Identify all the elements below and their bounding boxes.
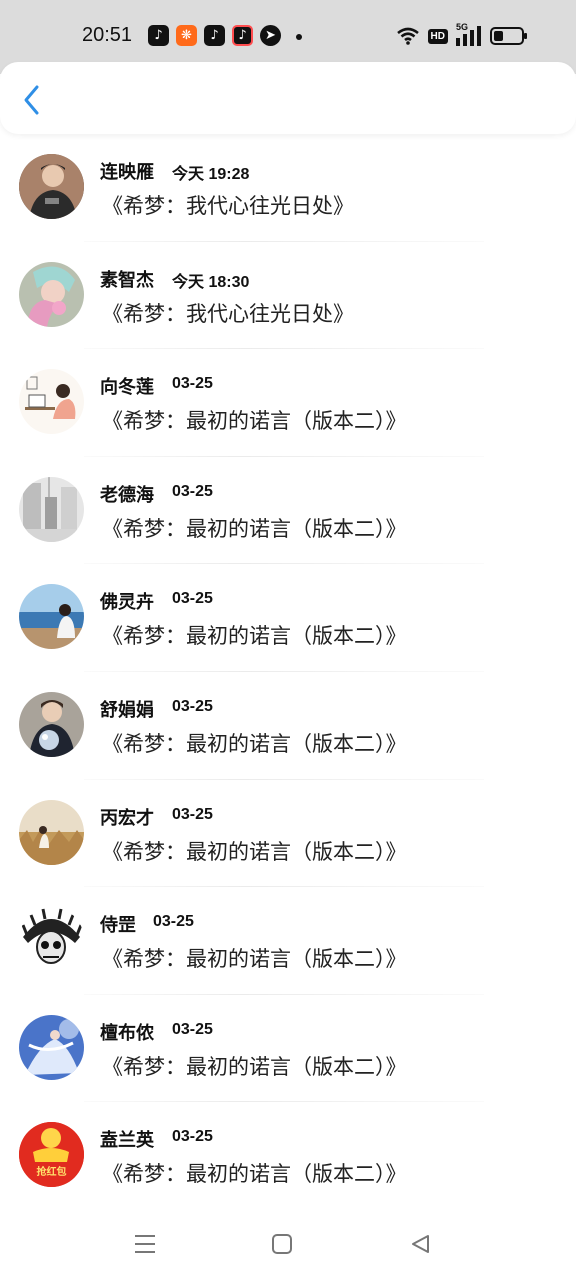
avatar-pink-hair-girl-image [19,261,84,327]
menu-icon [135,1235,155,1253]
avatar-drawing-desk-image [19,369,84,435]
list-item[interactable]: 檀布侬 03-25 《希梦：最初的诺言（版本二）》 [0,995,576,1103]
message-preview: 《希梦：最初的诺言（版本二）》 [102,1055,407,1079]
hd-badge: HD [427,28,448,44]
recent-apps-button[interactable] [131,1230,159,1258]
wifi-icon [396,27,419,45]
nav-back-button[interactable] [406,1230,434,1258]
avatar[interactable] [19,154,84,219]
message-preview: 《希梦：我代心往光日处》 [102,302,354,326]
list-item[interactable]: 抢红包 盍兰英 03-25 《希梦：最初的诺言（版本二）》 [0,1102,576,1210]
avatar[interactable] [19,584,84,650]
message-date: 03-25 [172,482,213,500]
avatar[interactable] [19,369,84,435]
sender-name: 丙宏才 [100,807,154,828]
header [0,62,576,134]
avatar-seaside-girl-image [19,584,84,650]
avatar-suit-flowers-image [19,691,84,757]
message-preview: 《希梦：最初的诺言（版本二）》 [102,1163,407,1187]
message-preview: 《希梦：最初的诺言（版本二）》 [102,517,407,541]
message-date: 今天 19:28 [172,166,250,183]
list-item[interactable]: 丙宏才 03-25 《希梦：最初的诺言（版本二）》 [0,780,576,888]
home-square-icon [272,1234,292,1254]
message-preview: 《希梦：我代心往光日处》 [102,195,354,218]
status-time: 20:51 [82,24,133,46]
sender-name: 舒娟娟 [100,699,154,720]
sender-name: 素智杰 [100,269,154,290]
message-date: 今天 18:30 [172,273,250,291]
tiktok-icon: ♪ [204,25,225,46]
sender-name: 佛灵卉 [100,592,154,613]
back-triangle-icon [412,1235,429,1253]
sender-name: 盍兰英 [100,1130,154,1151]
message-date: 03-25 [172,1020,213,1038]
avatar[interactable] [19,799,84,865]
avatar[interactable] [19,476,84,542]
message-date: 03-25 [172,1128,213,1146]
message-date: 03-25 [172,697,213,715]
avatar[interactable] [19,261,84,327]
tiktok-lite-icon: ♪ [148,25,169,46]
sender-name: 连映雁 [100,162,154,182]
avatar[interactable] [19,907,84,973]
avatar[interactable] [19,1014,84,1080]
signal-5g: 5G [456,22,482,46]
sender-name: 老德海 [100,484,154,505]
message-date: 03-25 [172,590,213,608]
message-preview: 《希梦：最初的诺言（版本二）》 [102,840,407,864]
message-preview: 《希梦：最初的诺言（版本二）》 [102,410,407,434]
navigation-bar [0,1208,576,1280]
home-button[interactable] [268,1230,296,1258]
message-preview: 《希梦：最初的诺言（版本二）》 [102,625,407,649]
list-item[interactable]: 连映雁 今天 19:28 《希梦：我代心往光日处》 [0,134,576,242]
message-list: 连映雁 今天 19:28 《希梦：我代心往光日处》 素智杰 今天 18:30 《… [0,134,576,1210]
more-notifications-icon [296,34,302,40]
message-preview: 《希梦：最初的诺言（版本二）》 [102,948,407,972]
list-item[interactable]: 老德海 03-25 《希梦：最初的诺言（版本二）》 [0,457,576,565]
avatar[interactable]: 抢红包 [19,1122,84,1188]
list-item[interactable]: 侍罡 03-25 《希梦：最初的诺言（版本二）》 [0,887,576,995]
avatar-blue-dancer-image [19,1014,84,1080]
status-indicators: HD 5G [396,22,528,48]
list-item[interactable]: 向冬莲 03-25 《希梦：最初的诺言（版本二）》 [0,349,576,457]
sender-name: 侍罡 [100,915,136,936]
battery-icon [490,27,527,45]
avatar-skull-headdress-image [19,907,84,973]
chevron-left-icon [24,85,39,115]
tiktok-red-icon: ♪ [232,25,253,46]
avatar[interactable] [19,691,84,757]
red-envelope-label: 抢红包 [36,1167,67,1179]
avatar-grass-field-image [19,799,84,865]
list-item[interactable]: 佛灵卉 03-25 《希梦：最初的诺言（版本二）》 [0,564,576,672]
signal-bars-icon [456,26,481,46]
send-icon: ➤ [260,25,281,46]
message-date: 03-25 [172,375,213,393]
screen: 20:51 ♪ ❋ ♪ ♪ ➤ HD 5G 连映雁 今天 19:28 《希梦：我… [0,0,576,1280]
avatar-person-dark-shirt-image [19,154,84,219]
back-button[interactable] [14,82,50,118]
list-item[interactable]: 舒娟娟 03-25 《希梦：最初的诺言（版本二）》 [0,672,576,780]
sender-name: 向冬莲 [100,377,154,398]
list-item[interactable]: 素智杰 今天 18:30 《希梦：我代心往光日处》 [0,242,576,350]
message-preview: 《希梦：最初的诺言（版本二）》 [102,732,407,756]
kuaishou-icon: ❋ [176,25,197,46]
message-date: 03-25 [153,913,194,931]
message-date: 03-25 [172,805,213,823]
sender-name: 檀布侬 [100,1022,154,1043]
avatar-grey-street-image [19,476,84,542]
